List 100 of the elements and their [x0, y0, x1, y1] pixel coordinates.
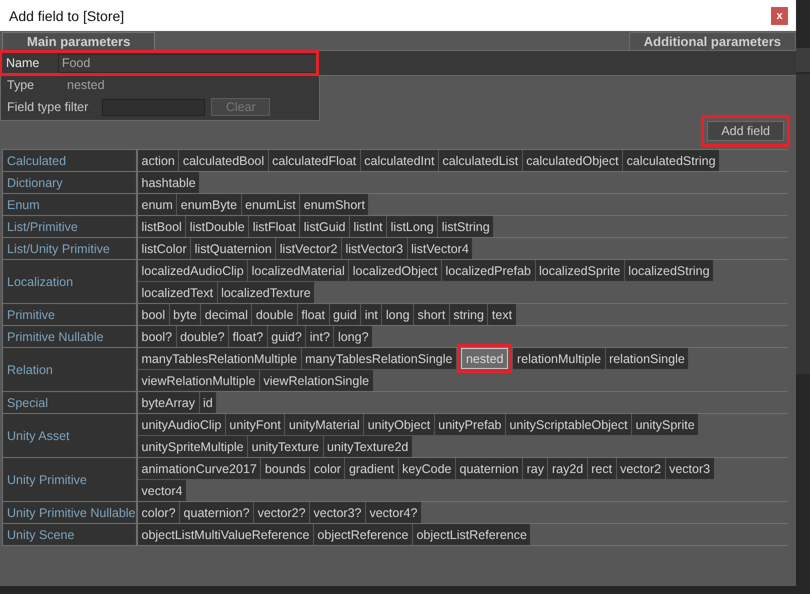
type-button[interactable]: text [488, 304, 516, 325]
type-button[interactable]: listString [438, 216, 494, 237]
type-button[interactable]: unityMaterial [285, 414, 364, 435]
type-button[interactable]: int? [306, 326, 334, 347]
type-button[interactable]: color [310, 458, 344, 479]
type-button[interactable]: unityPrefab [434, 414, 505, 435]
type-button[interactable]: calculatedList [438, 150, 522, 171]
type-button[interactable]: listBool [138, 216, 186, 237]
category-cell: List/Unity Primitive [2, 238, 138, 259]
type-button[interactable]: guid [330, 304, 360, 325]
category-cell: Localization [2, 260, 138, 303]
type-button[interactable]: localizedMaterial [248, 260, 348, 281]
type-button[interactable]: enum [138, 194, 176, 215]
category-cell: Relation [2, 348, 138, 391]
tab[interactable]: Additional parameters [628, 32, 796, 50]
type-button[interactable]: listInt [350, 216, 386, 237]
type-button[interactable]: bounds [261, 458, 310, 479]
type-button[interactable]: double? [176, 326, 228, 347]
type-button[interactable]: manyTablesRelationSingle [302, 348, 456, 369]
type-button[interactable]: vector2 [616, 458, 665, 479]
type-button[interactable]: objectListMultiValueReference [138, 524, 313, 545]
type-button[interactable]: listColor [138, 238, 190, 259]
type-button[interactable]: guid? [268, 326, 306, 347]
type-button[interactable]: vector4? [366, 502, 421, 523]
type-button[interactable]: localizedString [624, 260, 714, 281]
type-button[interactable]: listQuaternion [191, 238, 276, 259]
type-button[interactable]: gradient [345, 458, 398, 479]
type-button[interactable]: quaternion? [180, 502, 254, 523]
type-button[interactable]: vector3? [310, 502, 365, 523]
category-cell: Special [2, 392, 138, 413]
type-button[interactable]: localizedPrefab [442, 260, 534, 281]
type-button[interactable]: unitySprite [632, 414, 698, 435]
type-button[interactable]: color? [138, 502, 180, 523]
type-button[interactable]: viewRelationMultiple [138, 370, 259, 391]
type-button[interactable]: objectListReference [412, 524, 530, 545]
type-button[interactable]: manyTablesRelationMultiple [138, 348, 301, 369]
type-button[interactable]: double [252, 304, 297, 325]
type-button[interactable]: vector3 [666, 458, 714, 479]
type-button[interactable]: listGuid [300, 216, 349, 237]
name-field[interactable]: Food [58, 54, 318, 72]
type-button[interactable]: ray2d [548, 458, 587, 479]
type-button[interactable]: decimal [201, 304, 252, 325]
type-button[interactable]: relationMultiple [513, 348, 605, 369]
filter-label: Field type filter [7, 100, 88, 114]
type-button[interactable]: enumShort [300, 194, 368, 215]
type-button[interactable]: unityScriptableObject [506, 414, 632, 435]
type-button[interactable]: bool [138, 304, 169, 325]
type-button[interactable]: unityObject [364, 414, 434, 435]
type-button[interactable]: relationSingle [606, 348, 688, 369]
type-button[interactable]: localizedTexture [218, 282, 314, 303]
type-button[interactable]: calculatedString [623, 150, 720, 171]
type-button[interactable]: unityTexture [248, 436, 323, 457]
type-button[interactable]: vector4 [138, 480, 186, 501]
type-button[interactable]: unityTexture2d [324, 436, 412, 457]
close-button[interactable]: x [771, 6, 788, 24]
category-cell: Unity Scene [2, 524, 138, 545]
type-button[interactable]: float [298, 304, 329, 325]
type-button[interactable]: quaternion [456, 458, 522, 479]
type-button[interactable]: float? [229, 326, 267, 347]
tab[interactable]: Main parameters [2, 32, 156, 50]
type-button[interactable]: hashtable [138, 172, 200, 193]
type-button[interactable]: unityAudioClip [138, 414, 225, 435]
type-button[interactable]: listVector3 [342, 238, 407, 259]
type-button[interactable]: calculatedObject [522, 150, 622, 171]
type-button[interactable]: long [382, 304, 414, 325]
type-button[interactable]: listDouble [186, 216, 248, 237]
type-button[interactable]: localizedText [138, 282, 217, 303]
type-button[interactable]: localizedSprite [536, 260, 624, 281]
type-button[interactable]: long? [334, 326, 372, 347]
type-button[interactable]: keyCode [398, 458, 455, 479]
type-button[interactable]: rect [588, 458, 616, 479]
type-button[interactable]: byteArray [138, 392, 198, 413]
type-button[interactable]: string [450, 304, 488, 325]
type-button[interactable]: vector2? [254, 502, 310, 523]
type-button[interactable]: localizedAudioClip [138, 260, 248, 281]
type-button[interactable]: listFloat [249, 216, 300, 237]
type-button[interactable]: enumByte [177, 194, 241, 215]
add-field-button[interactable]: Add field [707, 121, 784, 141]
type-button[interactable]: animationCurve2017 [138, 458, 260, 479]
type-button[interactable]: listVector2 [276, 238, 341, 259]
type-button[interactable]: objectReference [314, 524, 412, 545]
type-button[interactable]: localizedObject [349, 260, 442, 281]
type-button[interactable]: calculatedBool [179, 150, 268, 171]
type-button[interactable]: unitySpriteMultiple [138, 436, 248, 457]
type-button[interactable]: calculatedInt [360, 150, 438, 171]
category-cell: Enum [2, 194, 138, 215]
type-button[interactable]: unityFont [226, 414, 284, 435]
type-button[interactable]: listVector4 [408, 238, 472, 259]
type-button[interactable]: int [361, 304, 382, 325]
type-button[interactable]: short [414, 304, 449, 325]
type-button[interactable]: calculatedFloat [268, 150, 360, 171]
window-title: Add field to [Store] [9, 8, 124, 24]
type-button[interactable]: action [138, 150, 178, 171]
type-button[interactable]: listLong [387, 216, 438, 237]
type-button[interactable]: id [200, 392, 216, 413]
type-button[interactable]: viewRelationSingle [260, 370, 373, 391]
type-button[interactable]: bool? [138, 326, 176, 347]
type-button[interactable]: enumList [242, 194, 300, 215]
type-button[interactable]: ray [523, 458, 548, 479]
type-button[interactable]: byte [170, 304, 200, 325]
